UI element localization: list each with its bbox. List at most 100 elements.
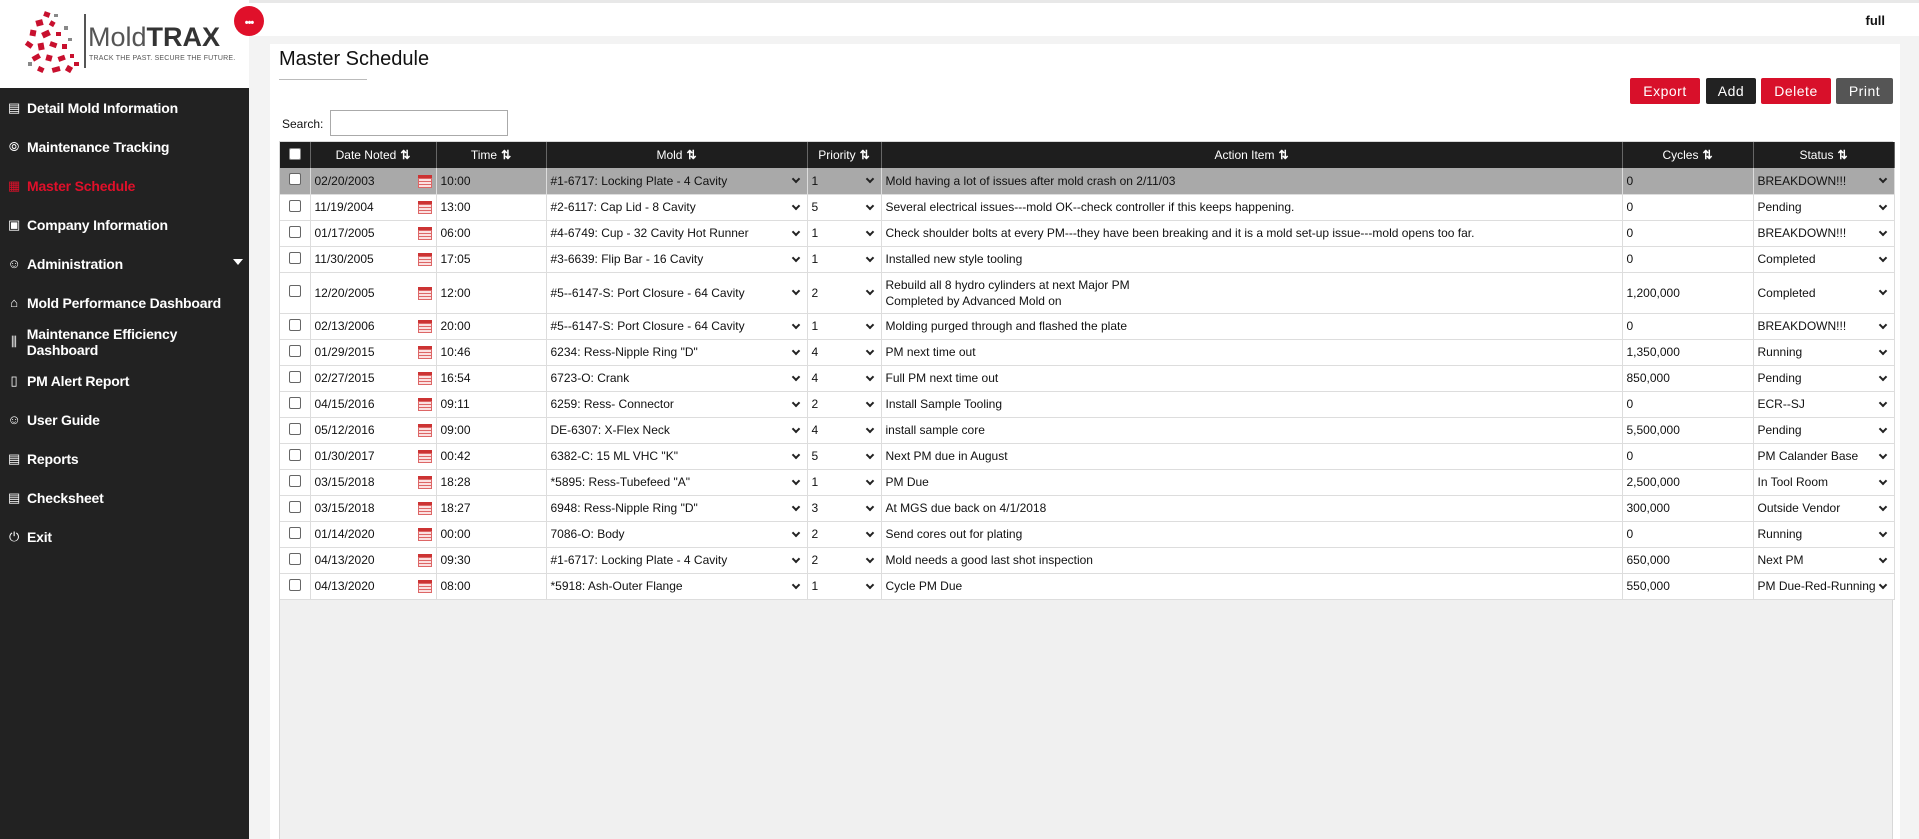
date-cell[interactable]: 01/29/2015 (310, 339, 437, 366)
time-cell[interactable]: 09:30 (436, 547, 547, 574)
action-item-cell[interactable]: PM Due (881, 469, 1623, 496)
mold-select[interactable]: 6259: Ress- Connector (546, 391, 808, 418)
date-cell[interactable]: 12/20/2005 (310, 272, 437, 314)
priority-select[interactable]: 5 (807, 194, 882, 221)
action-item-cell[interactable]: At MGS due back on 4/1/2018 (881, 495, 1623, 522)
action-item-cell[interactable]: Cycle PM Due (881, 573, 1623, 600)
select-all-checkbox[interactable] (288, 147, 301, 160)
table-row[interactable]: 01/14/2020 00:00 7086-O: Body 2 Send cores o… (280, 521, 1895, 548)
cycles-cell[interactable]: 0 (1622, 220, 1754, 247)
action-item-cell[interactable]: Installed new style tooling (881, 246, 1623, 273)
time-cell[interactable]: 09:11 (436, 391, 547, 418)
column-header-cycles[interactable]: Cycles ⇅ (1622, 142, 1754, 168)
action-item-cell[interactable]: Send cores out for plating (881, 521, 1623, 548)
table-row[interactable]: 03/15/2018 18:27 6948: Ress-Nipple Ring "D… (280, 495, 1895, 522)
row-checkbox[interactable] (288, 448, 301, 461)
calendar-icon[interactable] (417, 346, 432, 359)
table-row[interactable]: 04/15/2016 09:11 6259: Ress- Connector 2 Ins… (280, 391, 1895, 418)
calendar-icon[interactable] (417, 502, 432, 515)
column-header-status[interactable]: Status ⇅ (1753, 142, 1895, 168)
status-select[interactable]: ECR--SJ (1753, 391, 1895, 418)
row-checkbox[interactable] (288, 552, 301, 565)
cycles-cell[interactable]: 1,200,000 (1622, 272, 1754, 314)
date-cell[interactable]: 02/27/2015 (310, 365, 437, 392)
time-cell[interactable]: 00:42 (436, 443, 547, 470)
date-cell[interactable]: 11/30/2005 (310, 246, 437, 273)
priority-select[interactable]: 1 (807, 168, 882, 195)
row-checkbox[interactable] (288, 173, 301, 186)
print-button[interactable]: Print (1836, 78, 1893, 104)
calendar-icon[interactable] (417, 398, 432, 411)
status-select[interactable]: Pending (1753, 194, 1895, 221)
priority-select[interactable]: 2 (807, 391, 882, 418)
fullscreen-toggle[interactable]: full (1866, 13, 1886, 28)
priority-select[interactable]: 1 (807, 469, 882, 496)
search-input[interactable] (330, 110, 508, 136)
action-item-cell[interactable]: Check shoulder bolts at every PM---they … (881, 220, 1623, 247)
sidebar-item-user-guide[interactable]: ☺ User Guide (0, 400, 249, 439)
cycles-cell[interactable]: 850,000 (1622, 365, 1754, 392)
export-button[interactable]: Export (1630, 78, 1700, 104)
calendar-icon[interactable] (417, 580, 432, 593)
row-checkbox[interactable] (288, 578, 301, 591)
date-cell[interactable]: 04/13/2020 (310, 573, 437, 600)
cycles-cell[interactable]: 0 (1622, 391, 1754, 418)
row-checkbox[interactable] (288, 225, 301, 238)
date-cell[interactable]: 01/17/2005 (310, 220, 437, 247)
row-checkbox[interactable] (288, 251, 301, 264)
date-cell[interactable]: 01/14/2020 (310, 521, 437, 548)
priority-select[interactable]: 1 (807, 313, 882, 340)
cycles-cell[interactable]: 0 (1622, 194, 1754, 221)
priority-select[interactable]: 4 (807, 365, 882, 392)
calendar-icon[interactable] (417, 286, 432, 300)
mold-select[interactable]: *5918: Ash-Outer Flange (546, 573, 808, 600)
time-cell[interactable]: 00:00 (436, 521, 547, 548)
time-cell[interactable]: 20:00 (436, 313, 547, 340)
time-cell[interactable]: 09:00 (436, 417, 547, 444)
sidebar-item-mold-performance-dashboard[interactable]: ⌂ Mold Performance Dashboard (0, 283, 249, 322)
status-select[interactable]: BREAKDOWN!!! (1753, 220, 1895, 247)
status-select[interactable]: Pending (1753, 365, 1895, 392)
sort-icon[interactable]: ⇅ (1702, 148, 1712, 162)
row-checkbox[interactable] (288, 526, 301, 539)
mold-select[interactable]: 6234: Ress-Nipple Ring "D" (546, 339, 808, 366)
status-select[interactable]: Running (1753, 339, 1895, 366)
date-cell[interactable]: 01/30/2017 (310, 443, 437, 470)
table-row[interactable]: 01/17/2005 06:00 #4-6749: Cup - 32 Cavity … (280, 220, 1895, 247)
calendar-icon[interactable] (417, 554, 432, 567)
status-select[interactable]: Completed (1753, 272, 1895, 314)
column-header-action-item[interactable]: Action Item ⇅ (881, 142, 1623, 168)
status-select[interactable]: BREAKDOWN!!! (1753, 313, 1895, 340)
priority-select[interactable]: 3 (807, 495, 882, 522)
table-row[interactable]: 05/12/2016 09:00 DE-6307: X-Flex Neck 4 inst… (280, 417, 1895, 444)
calendar-icon[interactable] (417, 253, 432, 266)
table-row[interactable]: 01/30/2017 00:42 6382-C: 15 ML VHC "K" 5 Nex… (280, 443, 1895, 470)
row-checkbox[interactable] (288, 344, 301, 357)
table-row[interactable]: 03/15/2018 18:28 *5895: Ress-Tubefeed "A" 1… (280, 469, 1895, 496)
action-item-cell[interactable]: install sample core (881, 417, 1623, 444)
sort-icon[interactable]: ⇅ (501, 148, 511, 162)
priority-select[interactable]: 1 (807, 573, 882, 600)
action-item-cell[interactable]: Several electrical issues---mold OK--che… (881, 194, 1623, 221)
sidebar-item-exit[interactable]: ⏻ Exit (0, 517, 249, 556)
mold-select[interactable]: *5895: Ress-Tubefeed "A" (546, 469, 808, 496)
cycles-cell[interactable]: 2,500,000 (1622, 469, 1754, 496)
cycles-cell[interactable]: 550,000 (1622, 573, 1754, 600)
add-button[interactable]: Add (1706, 78, 1756, 104)
row-checkbox[interactable] (288, 474, 301, 487)
calendar-icon[interactable] (417, 320, 432, 333)
mold-select[interactable]: #4-6749: Cup - 32 Cavity Hot Runner (546, 220, 808, 247)
sort-icon[interactable]: ⇅ (400, 148, 410, 162)
date-cell[interactable]: 02/13/2006 (310, 313, 437, 340)
action-item-cell[interactable]: Molding purged through and flashed the p… (881, 313, 1623, 340)
calendar-icon[interactable] (417, 424, 432, 437)
time-cell[interactable]: 12:00 (436, 272, 547, 314)
cycles-cell[interactable]: 0 (1622, 168, 1754, 195)
row-checkbox[interactable] (288, 422, 301, 435)
cycles-cell[interactable]: 300,000 (1622, 495, 1754, 522)
action-item-cell[interactable]: Mold needs a good last shot inspection (881, 547, 1623, 574)
status-select[interactable]: BREAKDOWN!!! (1753, 168, 1895, 195)
action-item-cell[interactable]: Mold having a lot of issues after mold c… (881, 168, 1623, 195)
status-select[interactable]: In Tool Room (1753, 469, 1895, 496)
sort-icon[interactable]: ⇅ (686, 148, 696, 162)
